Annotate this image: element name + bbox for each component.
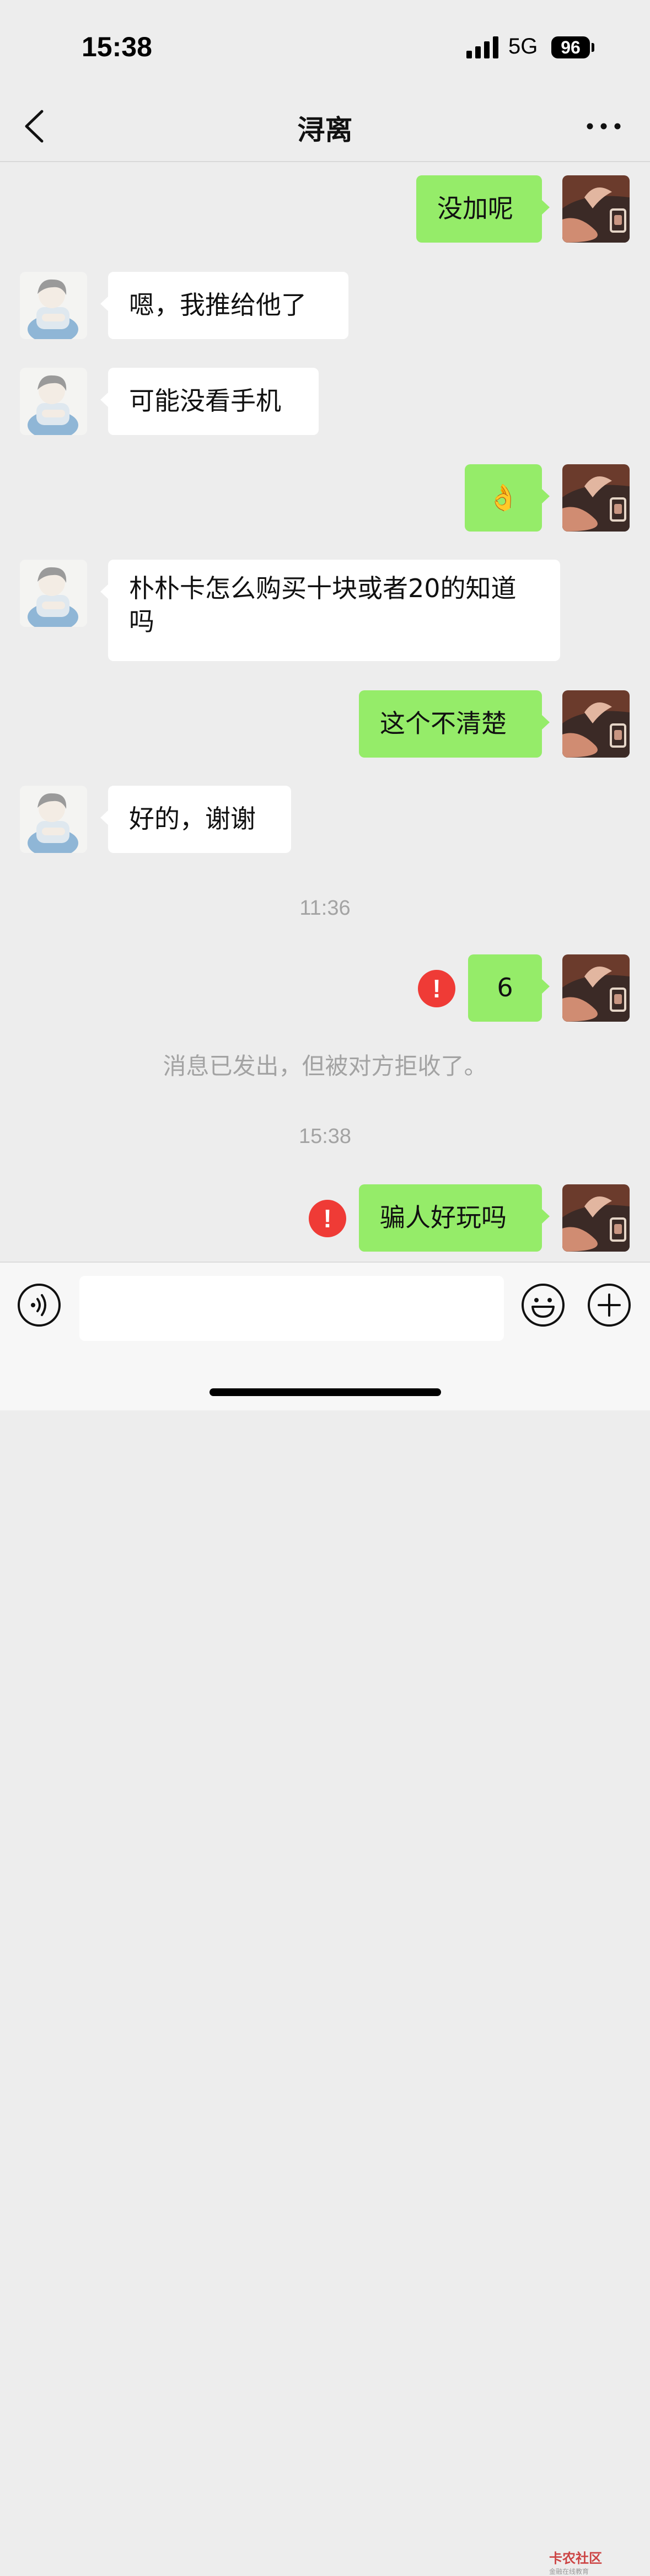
message-text: 朴朴卡怎么购买十块或者20的知道吗 (129, 573, 517, 636)
watermark: 卡农社区 金融在线教育 (549, 2547, 602, 2576)
my-avatar[interactable] (562, 175, 630, 243)
message-text: 可能没看手机 (129, 386, 281, 416)
sent-message-bubble[interactable]: 👌 (465, 464, 550, 532)
received-message-bubble[interactable]: 朴朴卡怎么购买十块或者20的知道吗 (100, 560, 560, 661)
message-text: 这个不清楚 (380, 709, 507, 738)
message-text: 6 (497, 973, 513, 1002)
sent-message-bubble[interactable]: 这个不清楚 (359, 690, 550, 758)
chat-header: 浔离 (0, 94, 650, 162)
contact-avatar[interactable] (20, 368, 87, 435)
my-avatar[interactable] (562, 690, 630, 758)
message-text: 骗人好玩吗 (380, 1203, 507, 1232)
received-message-bubble[interactable]: 嗯，我推给他了 (100, 272, 348, 339)
more-options-icon[interactable] (584, 112, 623, 140)
ok-hand-emoji: 👌 (487, 482, 519, 512)
message-timestamp: 11:36 (299, 897, 351, 920)
message-timestamp: 15:38 (298, 1125, 352, 1148)
received-message-bubble[interactable]: 可能没看手机 (100, 368, 319, 435)
message-text: 没加呢 (437, 194, 513, 223)
network-type: 5G (508, 34, 538, 58)
message-text: 嗯，我推给他了 (129, 290, 307, 320)
chat-title: 浔离 (297, 114, 353, 146)
home-indicator[interactable] (209, 1388, 441, 1396)
watermark-subtitle: 金融在线教育 (549, 2568, 589, 2575)
sent-message-bubble[interactable]: 没加呢 (416, 175, 550, 243)
my-avatar[interactable] (562, 954, 630, 1022)
contact-avatar[interactable] (20, 786, 87, 853)
error-icon[interactable]: ! (418, 970, 455, 1007)
voice-input-icon[interactable] (17, 1282, 62, 1328)
input-toolbar: 卡农社区 金融在线教育 (0, 1262, 650, 2575)
signal-icon (466, 36, 498, 58)
rejected-notice: 消息已发出，但被对方拒收了。 (163, 1053, 487, 1080)
my-avatar[interactable] (562, 464, 630, 532)
contact-avatar[interactable] (20, 272, 87, 339)
message-text: 好的，谢谢 (129, 804, 256, 834)
emoji-icon[interactable] (520, 1282, 566, 1328)
message-input[interactable] (79, 1276, 504, 1341)
error-icon[interactable]: ! (309, 1200, 346, 1237)
watermark-title: 卡农社区 (549, 2551, 602, 2566)
status-time: 15:38 (82, 31, 152, 62)
battery-cap (592, 43, 594, 52)
more-functions-icon[interactable] (587, 1282, 632, 1328)
battery-icon: 96 (551, 36, 590, 58)
status-bar: 15:38 5G 96 (0, 0, 650, 94)
received-message-bubble[interactable]: 好的，谢谢 (100, 786, 291, 853)
my-avatar[interactable] (562, 1184, 630, 1252)
contact-avatar[interactable] (20, 560, 87, 627)
sent-message-bubble[interactable]: 骗人好玩吗 (359, 1184, 550, 1252)
sent-message-bubble[interactable]: 6 (468, 954, 550, 1022)
